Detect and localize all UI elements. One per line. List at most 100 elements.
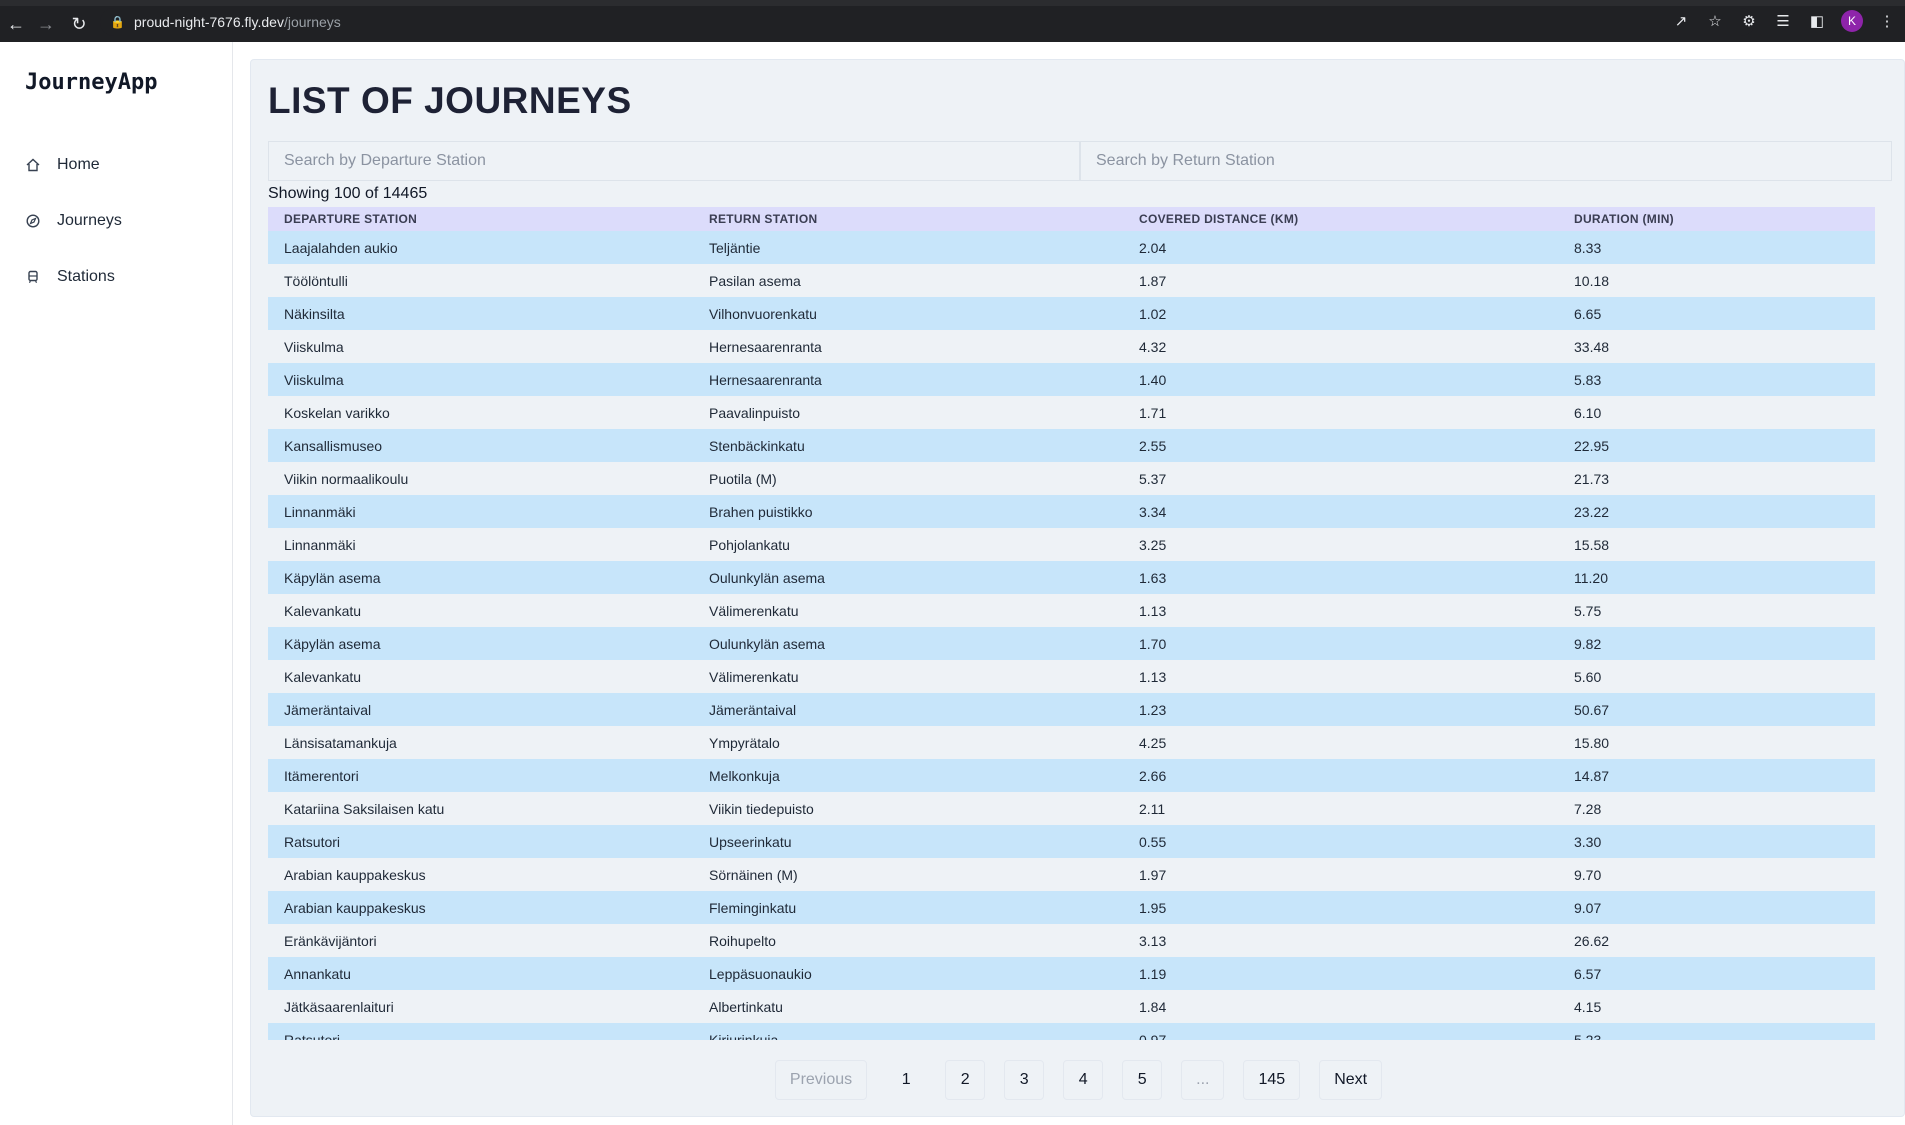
page-button-2[interactable]: 2 <box>945 1060 986 1100</box>
table-row[interactable]: Viiskulma Hernesaarenranta 4.32 33.48 <box>268 330 1875 363</box>
table-row[interactable]: Itämerentori Melkonkuja 2.66 14.87 <box>268 759 1875 792</box>
duration-cell: 5.23 <box>1574 1031 1602 1041</box>
duration-cell: 21.73 <box>1574 470 1610 487</box>
departure-station-cell: Ratsutori <box>284 833 341 850</box>
departure-station-cell: Länsisatamankuja <box>284 734 397 751</box>
table-row[interactable]: Viiskulma Hernesaarenranta 1.40 5.83 <box>268 363 1875 396</box>
duration-cell: 8.33 <box>1574 239 1602 256</box>
return-station-cell: Viikin tiedepuisto <box>709 800 814 817</box>
lock-icon: 🔒 <box>110 15 125 29</box>
forward-icon[interactable]: → <box>30 8 62 40</box>
table-row[interactable]: Jätkäsaarenlaituri Albertinkatu 1.84 4.15 <box>268 990 1875 1023</box>
table-row[interactable]: Jämeräntaival Jämeräntaival 1.23 50.67 <box>268 693 1875 726</box>
departure-station-cell: Arabian kauppakeskus <box>284 866 426 883</box>
return-station-cell: Hernesaarenranta <box>709 338 822 355</box>
extensions-icon[interactable]: ⚙ <box>1739 11 1759 31</box>
table-row[interactable]: Näkinsilta Vilhonvuorenkatu 1.02 6.65 <box>268 297 1875 330</box>
page-button-1[interactable]: 1 <box>886 1060 927 1100</box>
menu-icon[interactable]: ⋮ <box>1877 11 1897 31</box>
table-row[interactable]: Käpylän asema Oulunkylän asema 1.70 9.82 <box>268 627 1875 660</box>
duration-cell: 6.10 <box>1574 404 1602 421</box>
profile-avatar[interactable]: K <box>1841 10 1863 32</box>
return-search-input[interactable] <box>1080 141 1892 181</box>
duration-cell: 10.18 <box>1574 272 1610 289</box>
table-row[interactable]: Viikin normaalikoulu Puotila (M) 5.37 21.73 <box>268 462 1875 495</box>
table-row[interactable]: Ratsutori Upseerinkatu 0.55 3.30 <box>268 825 1875 858</box>
star-icon[interactable]: ☆ <box>1705 11 1725 31</box>
duration-cell: 22.95 <box>1574 437 1610 454</box>
header-return-station[interactable]: RETURN STATION <box>693 207 1123 231</box>
duration-cell: 15.58 <box>1574 536 1610 553</box>
table-row[interactable]: Eränkävijäntori Roihupelto 3.13 26.62 <box>268 924 1875 957</box>
table-row[interactable]: Kansallismuseo Stenbäckinkatu 2.55 22.95 <box>268 429 1875 462</box>
side-panel-icon[interactable]: ◧ <box>1807 11 1827 31</box>
distance-cell: 4.32 <box>1139 338 1167 355</box>
table-row[interactable]: Käpylän asema Oulunkylän asema 1.63 11.20 <box>268 561 1875 594</box>
departure-search-input[interactable] <box>268 141 1080 181</box>
table-row[interactable]: Kalevankatu Välimerenkatu 1.13 5.75 <box>268 594 1875 627</box>
departure-station-cell: Töölöntulli <box>284 272 348 289</box>
previous-page-button[interactable]: Previous <box>774 1060 868 1100</box>
table-row[interactable]: Linnanmäki Pohjolankatu 3.25 15.58 <box>268 528 1875 561</box>
table-row[interactable]: Länsisatamankuja Ympyrätalo 4.25 15.80 <box>268 726 1875 759</box>
sidebar-item-journeys[interactable]: Journeys <box>0 193 233 249</box>
departure-station-cell: Laajalahden aukio <box>284 239 398 256</box>
duration-cell: 5.83 <box>1574 371 1602 388</box>
return-station-cell: Sörnäinen (M) <box>709 866 798 883</box>
distance-cell: 1.71 <box>1139 404 1167 421</box>
return-station-cell: Stenbäckinkatu <box>709 437 805 454</box>
departure-station-cell: Viiskulma <box>284 338 344 355</box>
departure-station-cell: Kansallismuseo <box>284 437 383 454</box>
reading-list-icon[interactable]: ☰ <box>1773 11 1793 31</box>
table-row[interactable]: Annankatu Leppäsuonaukio 1.19 6.57 <box>268 957 1875 990</box>
table-row[interactable]: Arabian kauppakeskus Sörnäinen (M) 1.97 9.7… <box>268 858 1875 891</box>
departure-station-cell: Itämerentori <box>284 767 359 784</box>
table-row[interactable]: Laajalahden aukio Teljäntie 2.04 8.33 <box>268 231 1875 264</box>
return-station-cell: Teljäntie <box>709 239 761 256</box>
distance-cell: 1.87 <box>1139 272 1167 289</box>
table-row[interactable]: Katariina Saksilaisen katu Viikin tiedepu… <box>268 792 1875 825</box>
return-station-cell: Pasilan asema <box>709 272 801 289</box>
journeys-table: DEPARTURE STATION RETURN STATION COVERED… <box>268 207 1875 1040</box>
table-row[interactable]: Arabian kauppakeskus Fleminginkatu 1.95 9.0… <box>268 891 1875 924</box>
search-row <box>268 141 1892 181</box>
back-icon[interactable]: ← <box>0 8 32 40</box>
table-row[interactable]: Linnanmäki Brahen puistikko 3.34 23.22 <box>268 495 1875 528</box>
distance-cell: 2.66 <box>1139 767 1167 784</box>
next-page-button[interactable]: Next <box>1319 1060 1383 1100</box>
duration-cell: 5.75 <box>1574 602 1602 619</box>
reload-icon[interactable]: ↻ <box>63 8 95 40</box>
address-bar[interactable]: 🔒 proud-night-7676.fly.dev/journeys <box>100 8 1755 36</box>
page-button-3[interactable]: 3 <box>1004 1060 1045 1100</box>
url-path: /journeys <box>283 14 341 30</box>
distance-cell: 0.97 <box>1139 1031 1167 1041</box>
page-button-4[interactable]: 4 <box>1063 1060 1104 1100</box>
departure-station-cell: Annankatu <box>284 965 351 982</box>
header-departure-station[interactable]: DEPARTURE STATION <box>268 207 693 231</box>
distance-cell: 2.55 <box>1139 437 1167 454</box>
return-station-cell: Fleminginkatu <box>709 899 797 916</box>
departure-station-cell: Linnanmäki <box>284 503 356 520</box>
sidebar-item-stations[interactable]: Stations <box>0 249 233 305</box>
distance-cell: 0.55 <box>1139 833 1167 850</box>
header-covered-distance[interactable]: COVERED DISTANCE (KM) <box>1123 207 1558 231</box>
table-row[interactable]: Töölöntulli Pasilan asema 1.87 10.18 <box>268 264 1875 297</box>
return-station-cell: Upseerinkatu <box>709 833 792 850</box>
duration-cell: 6.65 <box>1574 305 1602 322</box>
share-icon[interactable]: ↗ <box>1671 11 1691 31</box>
sidebar: JourneyApp Home Journeys Stations <box>0 42 233 1125</box>
brand-logo[interactable]: JourneyApp <box>25 70 157 95</box>
table-row[interactable]: Kalevankatu Välimerenkatu 1.13 5.60 <box>268 660 1875 693</box>
sidebar-item-label: Stations <box>57 268 115 285</box>
distance-cell: 1.70 <box>1139 635 1167 652</box>
page-button-last[interactable]: 145 <box>1243 1060 1301 1100</box>
distance-cell: 1.13 <box>1139 668 1167 685</box>
sidebar-item-home[interactable]: Home <box>0 137 233 193</box>
table-row[interactable]: Ratsutori Kirjurinkuja 0.97 5.23 <box>268 1023 1875 1040</box>
departure-station-cell: Näkinsilta <box>284 305 345 322</box>
return-station-cell: Roihupelto <box>709 932 776 949</box>
header-duration[interactable]: DURATION (MIN) <box>1558 207 1875 231</box>
table-row[interactable]: Koskelan varikko Paavalinpuisto 1.71 6.10 <box>268 396 1875 429</box>
distance-cell: 1.40 <box>1139 371 1167 388</box>
page-button-5[interactable]: 5 <box>1122 1060 1163 1100</box>
